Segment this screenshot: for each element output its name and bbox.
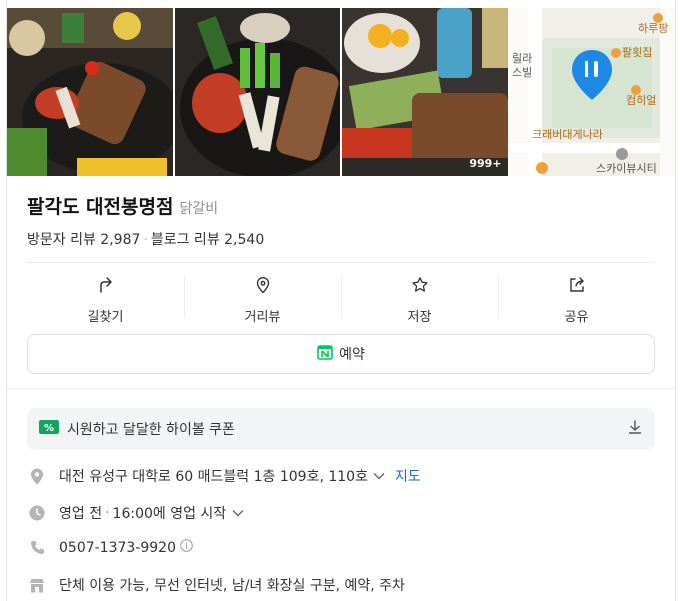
save-label: 저장	[407, 310, 432, 325]
map-label-4: 컴히얼	[626, 93, 656, 107]
food-photo-2[interactable]	[174, 8, 340, 176]
naver-booking-icon	[317, 344, 333, 364]
map-label-0: 하루팡	[638, 21, 668, 35]
share-button[interactable]: 공유	[498, 272, 655, 325]
amenities-row: 단체 이용 가능, 무선 인터넷, 남/녀 화장실 구분, 예약, 주차	[27, 575, 655, 595]
street-view-label: 거리뷰	[244, 310, 281, 325]
hours-row[interactable]: 영업 전 · 16:00에 영업 시작	[27, 503, 655, 523]
place-category: 닭갈비	[179, 201, 219, 217]
divider	[27, 262, 655, 263]
photo-count-badge: 999+	[469, 157, 502, 170]
amenities-text: 단체 이용 가능, 무선 인터넷, 남/녀 화장실 구분, 예약, 주차	[59, 578, 405, 594]
share-label: 공유	[564, 310, 589, 325]
map-label-1: 팔횟집	[622, 46, 652, 59]
map-label-2: 릴라	[512, 52, 532, 65]
review-summary: 방문자 리뷰 2,987 · 블로그 리뷰 2,540	[27, 229, 264, 249]
directions-icon	[97, 276, 115, 298]
coupon-text: 시원하고 달달한 하이볼 쿠폰	[67, 422, 235, 438]
save-button[interactable]: 저장	[341, 272, 498, 325]
download-icon[interactable]	[627, 419, 643, 439]
title-row: 팔각도 대전봉명점 닭갈비	[27, 192, 218, 219]
address-row: 대전 유성구 대학로 60 매드블럭 1층 109호, 110호 지도	[27, 466, 655, 486]
store-icon	[27, 578, 47, 593]
phone-row: 0507-1373-9920	[27, 539, 655, 556]
street-view-button[interactable]: 거리뷰	[184, 272, 341, 325]
blog-reviews-link[interactable]: 블로그 리뷰 2,540	[151, 232, 264, 248]
location-pin-icon	[254, 276, 272, 298]
map-preview[interactable]: 하루팡 팔횟집 릴라 스빌 컴히얼 크래버대게나라 스카이뷰시티	[509, 8, 675, 176]
address-expand-icon[interactable]	[373, 468, 385, 484]
map-link[interactable]: 지도	[395, 466, 421, 486]
coupon-icon: %	[39, 420, 59, 438]
clock-icon	[27, 505, 47, 521]
directions-button[interactable]: 길찾기	[27, 272, 184, 325]
hours-detail: 16:00에 영업 시작	[112, 506, 227, 522]
directions-label: 길찾기	[87, 310, 124, 325]
section-divider	[7, 388, 675, 389]
address-pin-icon	[27, 468, 47, 485]
address-text: 대전 유성구 대학로 60 매드블럭 1층 109호, 110호	[59, 469, 368, 485]
place-panel: 999+ 하루팡 팔횟집 릴라 스빌 컴히얼 크래버대게나라 스카이뷰시티 팔각…	[6, 0, 676, 601]
photo-strip: 999+ 하루팡 팔횟집 릴라 스빌 컴히얼 크래버대게나라 스카이뷰시티	[7, 8, 675, 176]
hours-status: 영업 전	[59, 506, 103, 522]
food-photo-1[interactable]	[7, 8, 173, 176]
hours-separator: ·	[105, 505, 110, 521]
place-title[interactable]: 팔각도 대전봉명점	[27, 192, 173, 219]
reserve-button[interactable]: 예약	[27, 334, 655, 374]
info-icon[interactable]	[180, 539, 193, 556]
star-icon	[411, 276, 429, 298]
map-label-6: 스카이뷰시티	[596, 162, 657, 175]
hours-expand-icon[interactable]	[232, 505, 244, 521]
food-photo-3[interactable]: 999+	[342, 8, 508, 176]
action-bar: 길찾기 거리뷰 저장 공유	[27, 272, 655, 325]
phone-number[interactable]: 0507-1373-9920	[59, 540, 176, 556]
map-label-3: 스빌	[512, 66, 532, 79]
map-label-5: 크래버대게나라	[532, 128, 603, 141]
share-icon	[568, 276, 586, 298]
reserve-label: 예약	[339, 347, 365, 363]
phone-icon	[27, 540, 47, 555]
review-separator: ·	[143, 232, 148, 248]
coupon-banner[interactable]: % 시원하고 달달한 하이볼 쿠폰	[27, 408, 655, 450]
svg-text:%: %	[44, 423, 54, 434]
visitor-reviews-link[interactable]: 방문자 리뷰 2,987	[27, 232, 140, 248]
